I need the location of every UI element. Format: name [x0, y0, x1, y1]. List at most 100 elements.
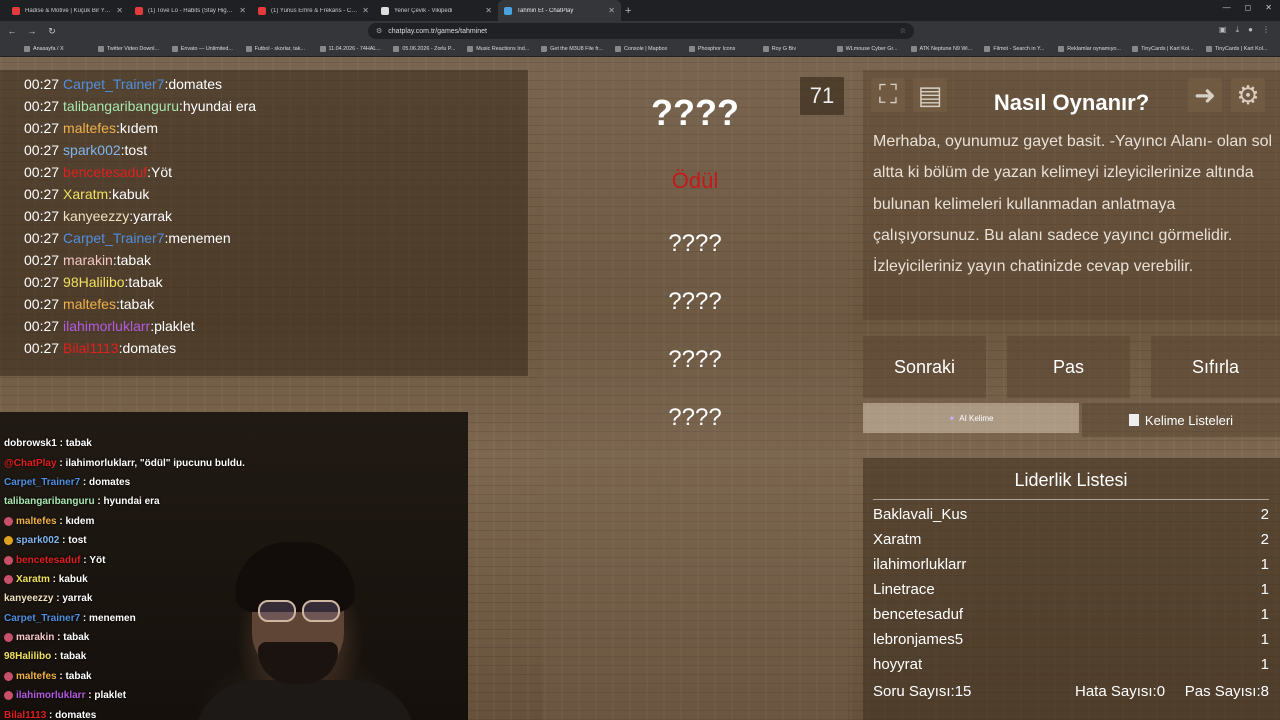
close-window-icon[interactable]: ✕ — [1265, 3, 1272, 12]
bookmark-favicon-icon — [1058, 45, 1065, 52]
bookmark-star-icon[interactable]: ☆ — [900, 27, 906, 35]
site-info-icon[interactable]: ⚙ — [376, 27, 382, 35]
chat-badge-icon — [4, 536, 13, 546]
forward-icon[interactable]: → — [24, 26, 40, 36]
stream-text: plaklet — [94, 690, 127, 702]
player-score: 2 — [1260, 531, 1269, 548]
chat-message: 00:27 Carpet_Trainer7: menemen — [24, 227, 528, 249]
chat-separator: : — [46, 709, 56, 720]
tab-close-icon[interactable]: ✕ — [485, 6, 492, 15]
bookmark-item[interactable]: Anasayfa / X — [24, 45, 98, 52]
minimize-icon[interactable]: — — [1223, 3, 1231, 12]
back-icon[interactable]: ← — [4, 26, 20, 36]
leaderboard-row: hoyyrat 1 — [873, 656, 1269, 673]
bookmark-item[interactable]: 05.06.2026 - Zorlu P... — [393, 45, 467, 52]
bookmark-label: Anasayfa / X — [33, 45, 64, 52]
bookmark-item[interactable]: Music Reactions Ind... — [467, 45, 541, 52]
chat-message: 00:27 marakin: tabak — [24, 249, 528, 271]
url-field[interactable]: ⚙ chatplay.com.tr/games/tahminet ☆ — [368, 23, 914, 39]
tab-close-icon[interactable]: ✕ — [116, 6, 123, 15]
browser-tab[interactable]: Hadise & Motive | Küçük Bir Yol | Re ✕ — [6, 0, 129, 21]
word-lists-button[interactable]: Kelime Listeleri — [1082, 403, 1280, 437]
next-button[interactable]: Sonraki — [863, 336, 986, 398]
new-tab-icon[interactable]: + — [625, 5, 631, 17]
tab-close-icon[interactable]: ✕ — [608, 6, 615, 15]
stream-text: domates — [55, 709, 97, 720]
browser-tab[interactable]: Tahmin Et - ChatPlay ✕ — [498, 0, 621, 21]
bookmark-item[interactable]: 11.04.2026 - 74HAL... — [319, 45, 394, 52]
hidden-word: ???? — [668, 346, 722, 373]
bookmark-favicon-icon — [688, 45, 695, 52]
browser-tab[interactable]: Yener Çevik - Vikipedi ✕ — [375, 0, 498, 21]
player-name: ilahimorluklarr — [873, 556, 967, 573]
bookmark-item[interactable]: ATK Neptune N9 Wi... — [910, 45, 985, 52]
bookmark-item[interactable]: Console | Mapbox — [615, 45, 689, 52]
chat-badge-icon — [4, 574, 13, 584]
stream-text: hyundai era — [103, 496, 160, 508]
bookmark-item[interactable]: TinyCards | Kart Kol... — [1132, 45, 1206, 52]
extensions-icon[interactable]: ▣ — [1219, 25, 1227, 35]
bookmark-label: Get the M3U8 File fr... — [550, 45, 603, 52]
chat-username: kanyeezzy — [63, 208, 130, 224]
window-controls: — ◻ ✕ — [1223, 3, 1272, 12]
stream-username: 98Halilibo — [4, 651, 52, 663]
pass-button[interactable]: Pas — [1007, 336, 1130, 398]
stream-chat-message: Carpet_Trainer7 : domates — [4, 473, 284, 492]
leaderboard-row: Baklavali_Kus 2 — [873, 506, 1269, 523]
bookmark-item[interactable]: Filmot - Search in Y... — [984, 45, 1058, 52]
bookmark-item[interactable]: Futbol - skorlar, tak... — [245, 45, 320, 52]
stream-username: talibangaribanguru — [4, 496, 95, 508]
chat-message: 00:27 ilahimorluklarr: plaklet — [24, 315, 528, 337]
download-icon[interactable]: ⤓ — [1236, 25, 1240, 35]
bookmark-item[interactable]: WLmouse Cyber Gr... — [836, 45, 911, 52]
pass-count: Pas Sayısı:8 — [1184, 683, 1269, 700]
reset-button[interactable]: Sıfırla — [1151, 336, 1280, 398]
stream-text: tabak — [65, 670, 92, 682]
tab-close-icon[interactable]: ✕ — [362, 6, 369, 15]
tab-title: Hadise & Motive | Küçük Bir Yol | Re — [25, 7, 111, 14]
chat-time: 00:27 — [24, 164, 60, 180]
bookmark-item[interactable]: Roy G Biv — [762, 45, 837, 52]
bookmark-item[interactable]: Envato — Unlimited... — [171, 45, 246, 52]
player-name: bencetesaduf — [873, 606, 964, 623]
stream-chat-message: maltefes : tabak — [4, 667, 284, 686]
stream-username: Xaratm — [16, 573, 50, 585]
tab-close-icon[interactable]: ✕ — [239, 6, 246, 15]
chat-text: kabuk — [112, 186, 150, 202]
stream-chat-message: bencetesaduf : Yöt — [4, 550, 284, 569]
chat-username: ilahimorluklarr — [63, 318, 151, 334]
profile-icon[interactable]: ● — [1248, 25, 1253, 35]
stream-text: kıdem — [65, 515, 95, 527]
stream-chat-message: spark002 : tost — [4, 531, 284, 550]
stream-username: dobrowsk1 — [4, 438, 57, 450]
bookmark-favicon-icon — [615, 45, 621, 52]
bookmark-favicon-icon — [97, 45, 104, 52]
chat-message: 00:27 maltefes: tabak — [24, 293, 528, 315]
how-to-play-title: Nasıl Oynanır? — [993, 90, 1150, 115]
tab-favicon-icon — [381, 6, 389, 15]
browser-tab-bar: Hadise & Motive | Küçük Bir Yol | Re✕(1)… — [0, 0, 1280, 21]
bookmark-item[interactable]: Get the M3U8 File fr... — [541, 45, 615, 52]
bookmark-item[interactable]: TinyCards | Kart Kol... — [1206, 45, 1280, 52]
chat-time: 00:27 — [24, 142, 60, 158]
maximize-icon[interactable]: ◻ — [1245, 3, 1252, 12]
browser-tab[interactable]: (1) Yunus Emre & Frekans - Canavar ✕ — [252, 0, 375, 21]
menu-icon[interactable]: ⋮ — [1262, 25, 1270, 35]
reload-icon[interactable]: ↻ — [44, 26, 60, 37]
chat-text: Yöt — [151, 164, 173, 180]
bookmarks-bar: Anasayfa / X Twitter Video Downl... Envato… — [0, 41, 1280, 57]
browser-tab[interactable]: (1) Tove Lo - Habits (Stay High) - Hip ✕ — [129, 0, 252, 21]
bookmark-favicon-icon — [1132, 45, 1139, 52]
bookmark-favicon-icon — [836, 45, 843, 52]
ai-word-button[interactable]: ✦ AI Kelime — [863, 403, 1079, 433]
chat-message: 00:27 Xaratm: kabuk — [24, 183, 528, 205]
bookmark-item[interactable]: Reklamlar oynamıyo... — [1058, 45, 1132, 52]
stream-chat-message: Bilal1113 : domates — [4, 705, 284, 720]
bookmark-item[interactable]: Phosphor Icons — [688, 45, 763, 52]
stream-chat-message: kanyeezzy : yarrak — [4, 589, 284, 608]
chat-badge-icon — [4, 516, 13, 526]
chat-time: 00:27 — [24, 252, 60, 268]
bookmark-item[interactable]: Twitter Video Downl... — [97, 45, 172, 52]
bookmark-favicon-icon — [245, 45, 252, 52]
bookmark-label: Twitter Video Downl... — [106, 45, 159, 52]
